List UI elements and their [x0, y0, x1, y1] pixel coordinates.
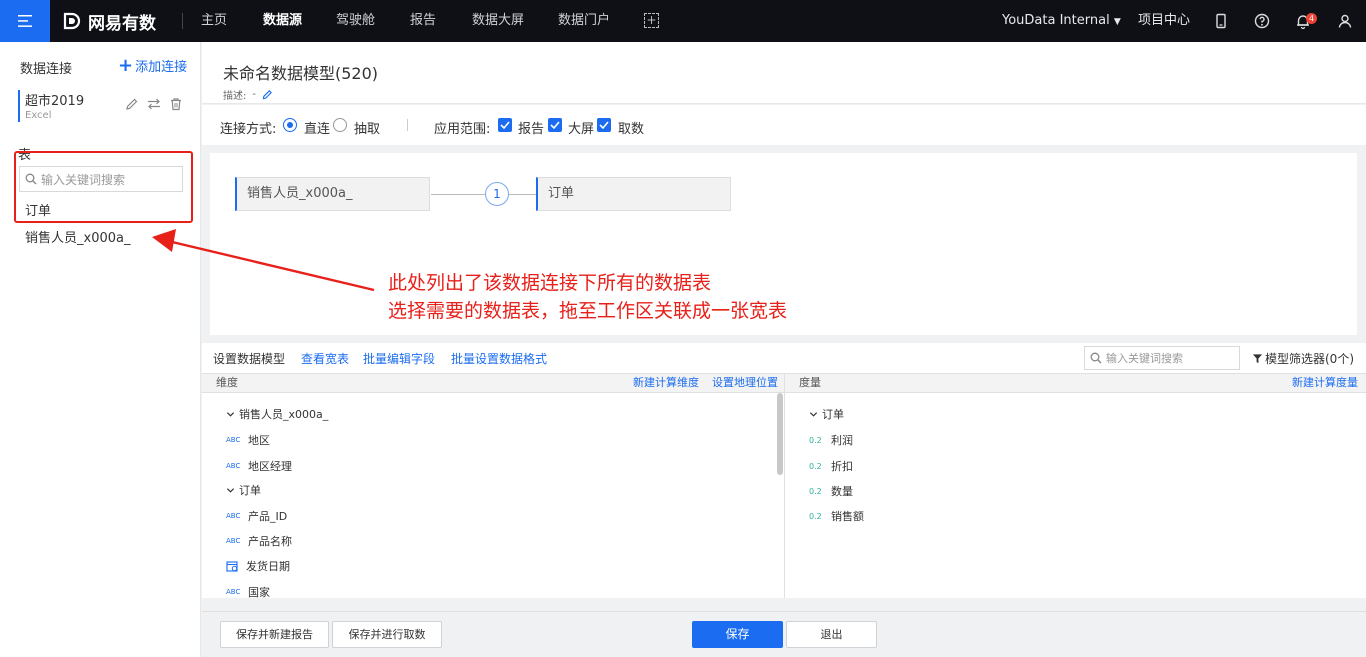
- measure-field[interactable]: 0.2 折扣: [809, 458, 853, 474]
- new-calc-dimension-link[interactable]: 新建计算维度: [633, 374, 699, 392]
- exit-button[interactable]: 退出: [786, 621, 877, 648]
- measure-group[interactable]: 订单: [809, 406, 844, 422]
- batch-format-link[interactable]: 批量设置数据格式: [451, 350, 547, 367]
- measure-list: 订单 0.2 利润 0.2 折扣 0.2 数量 0.2 销售额: [785, 393, 1366, 598]
- measure-header: 度量 新建计算度量: [785, 373, 1366, 393]
- fields-toolbar: 设置数据模型 查看宽表 批量编辑字段 批量设置数据格式 输入关键词搜索 模型筛选…: [202, 343, 1366, 373]
- save-and-fetch-button[interactable]: 保存并进行取数: [332, 621, 442, 648]
- dimension-field[interactable]: ABC 产品名称: [226, 533, 292, 549]
- action-footer: 保存并新建报告 保存并进行取数 保存 退出: [202, 611, 1366, 657]
- measure-field[interactable]: 0.2 数量: [809, 483, 853, 499]
- field-search-input[interactable]: 输入关键词搜索: [1084, 346, 1240, 370]
- measure-field[interactable]: 0.2 销售额: [809, 508, 864, 524]
- dimension-field[interactable]: ABC 地区: [226, 432, 270, 448]
- dimension-field[interactable]: ABC 地区经理: [226, 458, 292, 474]
- dimension-scrollbar[interactable]: [777, 393, 783, 475]
- save-button[interactable]: 保存: [692, 621, 783, 648]
- dimension-group[interactable]: 销售人员_x000a_: [226, 406, 328, 422]
- fields-toolbar-label: 设置数据模型: [213, 352, 286, 366]
- chevron-down-icon: [809, 411, 818, 417]
- search-icon: [1090, 352, 1102, 364]
- filter-icon: [1252, 354, 1263, 364]
- model-filter-button[interactable]: 模型筛选器(0个): [1252, 350, 1354, 367]
- set-geo-link[interactable]: 设置地理位置: [712, 374, 778, 392]
- new-calc-measure-link[interactable]: 新建计算度量: [1292, 374, 1358, 392]
- chevron-down-icon: [226, 411, 235, 417]
- calendar-icon: [226, 561, 238, 572]
- save-and-new-report-button[interactable]: 保存并新建报告: [220, 621, 329, 648]
- view-wide-table-link[interactable]: 查看宽表: [301, 350, 349, 367]
- dimension-group[interactable]: 订单: [226, 482, 261, 498]
- dimension-field[interactable]: ABC 产品_ID: [226, 508, 287, 524]
- dimension-header: 维度 新建计算维度 设置地理位置: [202, 373, 784, 393]
- dimension-field[interactable]: 发货日期: [226, 558, 290, 574]
- batch-edit-fields-link[interactable]: 批量编辑字段: [363, 350, 435, 367]
- dimension-list: 销售人员_x000a_ ABC 地区 ABC 地区经理 订单 ABC 产品_ID AB…: [202, 393, 784, 598]
- dimension-field[interactable]: ABC 国家: [226, 584, 270, 598]
- measure-field[interactable]: 0.2 利润: [809, 432, 853, 448]
- chevron-down-icon: [226, 487, 235, 493]
